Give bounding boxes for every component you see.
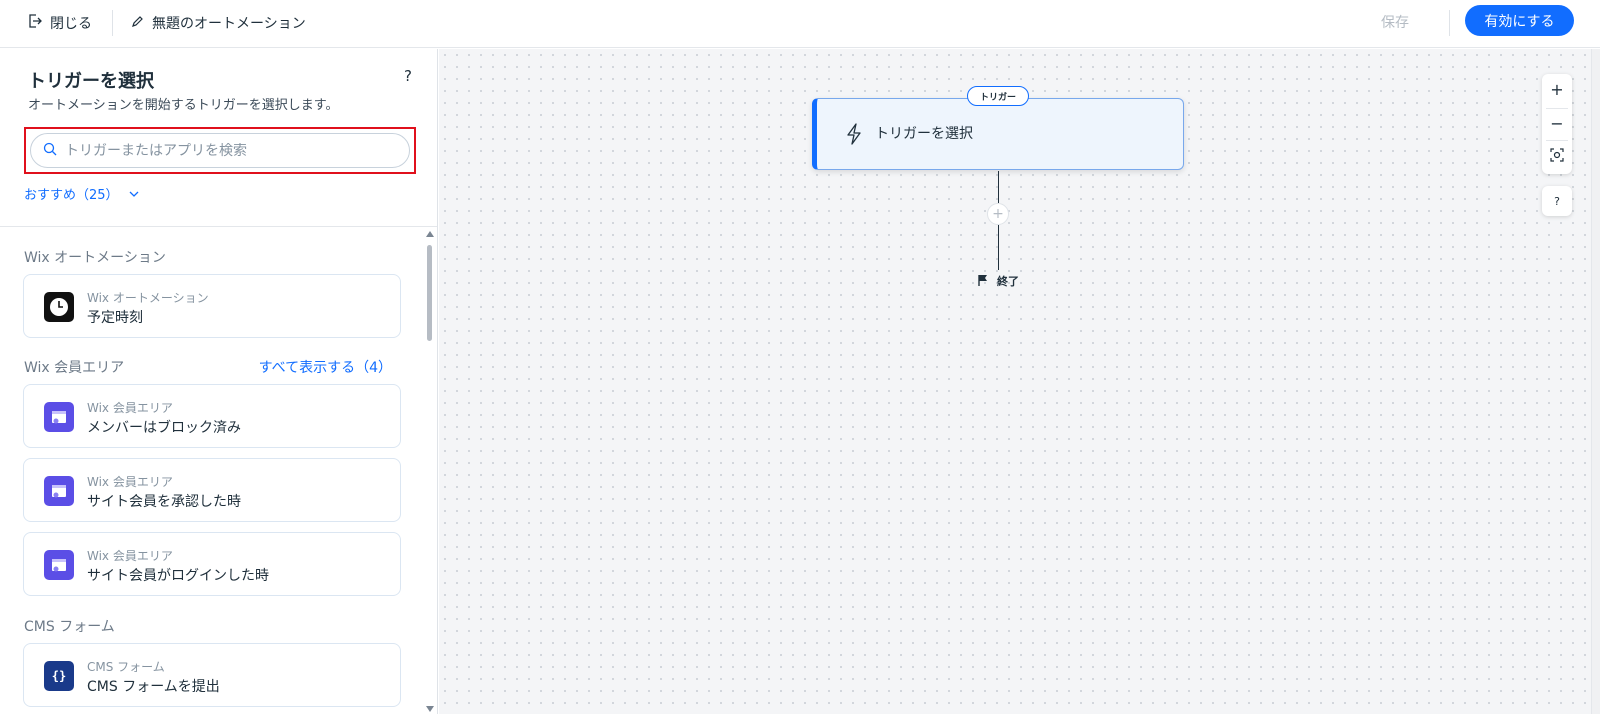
- card-app-name: CMS フォーム: [87, 660, 165, 674]
- filter-label: おすすめ（25）: [24, 187, 119, 203]
- divider: [112, 10, 113, 36]
- card-app-name: Wix オートメーション: [87, 291, 209, 305]
- card-trigger-name: サイト会員がログインした時: [87, 568, 269, 584]
- connector-line: [998, 171, 999, 203]
- show-all-link[interactable]: すべて表示する（4）: [259, 357, 392, 377]
- section-title: Wix 会員エリア: [24, 360, 125, 376]
- panel-scrollbar[interactable]: [423, 227, 435, 714]
- enable-button[interactable]: 有効にする: [1465, 5, 1574, 36]
- clock-icon: [44, 292, 74, 322]
- card-trigger-name: サイト会員を承認した時: [87, 494, 241, 510]
- zoom-in-button[interactable]: +: [1542, 74, 1572, 104]
- trigger-node[interactable]: トリガーを選択: [812, 98, 1184, 170]
- card-app-name: Wix 会員エリア: [87, 401, 173, 415]
- connector-line: [998, 225, 999, 270]
- end-node: 終了: [977, 272, 1019, 290]
- top-bar: 閉じる 無題のオートメーション 保存 有効にする: [0, 0, 1600, 48]
- search-highlight-frame: [24, 127, 416, 174]
- zoom-out-button[interactable]: −: [1542, 108, 1572, 138]
- section-title: CMS フォーム: [24, 619, 115, 635]
- trigger-panel: トリガーを選択 ? オートメーションを開始するトリガーを選択します。 おすすめ（…: [0, 49, 438, 714]
- canvas-help-button[interactable]: ?: [1542, 186, 1572, 216]
- members-area-icon: [44, 550, 74, 580]
- panel-title: トリガーを選択: [28, 71, 154, 92]
- search-icon: [43, 141, 57, 160]
- scroll-down-arrow-icon[interactable]: [426, 706, 434, 712]
- trigger-card-member-blocked[interactable]: Wix 会員エリア メンバーはブロック済み: [23, 384, 401, 448]
- exit-icon: [28, 14, 42, 32]
- close-label: 閉じる: [50, 16, 92, 32]
- card-app-name: Wix 会員エリア: [87, 549, 173, 563]
- divider: [1449, 10, 1450, 36]
- panel-subtitle: オートメーションを開始するトリガーを選択します。: [28, 98, 339, 113]
- trigger-card-member-approved[interactable]: Wix 会員エリア サイト会員を承認した時: [23, 458, 401, 522]
- card-app-name: Wix 会員エリア: [87, 475, 173, 489]
- save-button[interactable]: 保存: [1381, 11, 1409, 35]
- trigger-node-label: トリガーを選択: [875, 126, 973, 142]
- pencil-icon: [131, 15, 144, 32]
- trigger-card-scheduled-time[interactable]: Wix オートメーション 予定時刻: [23, 274, 401, 338]
- help-button[interactable]: ?: [404, 67, 412, 85]
- automation-title-button[interactable]: 無題のオートメーション: [131, 11, 306, 35]
- trigger-list: Wix オートメーション Wix オートメーション 予定時刻 Wix 会員エリア…: [0, 227, 422, 714]
- fit-to-screen-button[interactable]: [1542, 141, 1572, 171]
- search-box[interactable]: [30, 133, 410, 168]
- card-trigger-name: 予定時刻: [87, 310, 143, 326]
- members-area-icon: [44, 476, 74, 506]
- add-step-button[interactable]: +: [987, 203, 1009, 225]
- search-input[interactable]: [65, 142, 385, 159]
- trigger-badge: トリガー: [967, 86, 1029, 106]
- end-label: 終了: [997, 275, 1019, 288]
- automation-title: 無題のオートメーション: [152, 16, 306, 32]
- lightning-icon: [845, 123, 863, 145]
- flag-icon: [977, 274, 989, 289]
- fit-screen-icon: [1550, 147, 1564, 166]
- page-scrollbar[interactable]: [1591, 49, 1600, 714]
- cms-form-icon: {}: [44, 661, 74, 691]
- scroll-thumb[interactable]: [427, 245, 432, 341]
- section-title: Wix オートメーション: [24, 250, 166, 266]
- recommended-filter-dropdown[interactable]: おすすめ（25）: [24, 183, 139, 203]
- trigger-card-cms-form-submit[interactable]: {} CMS フォーム CMS フォームを提出: [23, 643, 401, 707]
- members-area-icon: [44, 402, 74, 432]
- trigger-card-member-login[interactable]: Wix 会員エリア サイト会員がログインした時: [23, 532, 401, 596]
- card-trigger-name: CMS フォームを提出: [87, 679, 220, 695]
- chevron-down-icon: [129, 186, 139, 201]
- zoom-controls: + −: [1542, 74, 1572, 174]
- card-trigger-name: メンバーはブロック済み: [87, 420, 241, 436]
- close-button[interactable]: 閉じる: [28, 11, 92, 35]
- scroll-up-arrow-icon[interactable]: [426, 231, 434, 237]
